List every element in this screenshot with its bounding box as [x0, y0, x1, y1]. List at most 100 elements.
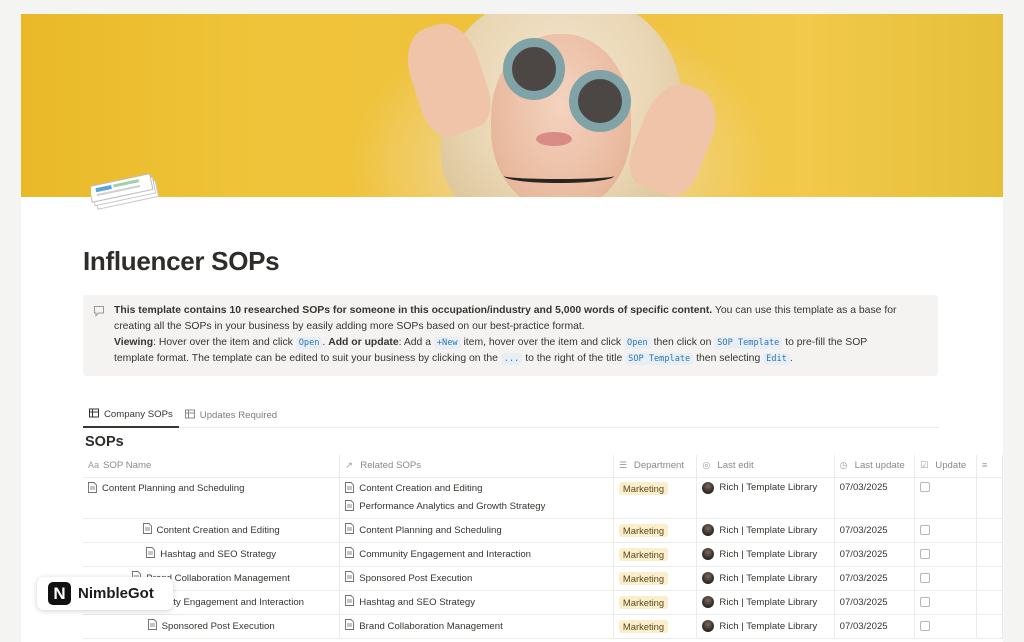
callout-text: item, hover over the item and click — [460, 337, 625, 348]
table-row[interactable]: Community Engagement and Interaction Hash… — [83, 590, 1003, 615]
cell-update[interactable] — [914, 518, 977, 543]
department-tag: Marketing — [618, 481, 669, 495]
cell-sop-name[interactable]: Content Planning and Scheduling — [83, 477, 341, 519]
cell-text[interactable] — [976, 542, 1003, 567]
column-label: Department — [633, 460, 685, 472]
cell-text[interactable] — [976, 566, 1003, 591]
callout-intro-rest: You can use this template as a base for — [712, 305, 897, 316]
table-row[interactable]: Content Planning and Scheduling Content C… — [83, 477, 1003, 519]
column-header-update[interactable]: ☑ Update — [914, 455, 977, 478]
cell-sop-name[interactable]: Sponsored Post Execution — [83, 614, 341, 639]
related-sop-link[interactable]: Content Planning and Scheduling — [345, 523, 502, 537]
callout-text: to the right of the title — [522, 353, 626, 364]
page-icon — [345, 547, 355, 561]
department-tag: Marketing — [618, 523, 669, 537]
callout-viewing-label: Viewing — [114, 337, 154, 348]
cover-image[interactable] — [21, 14, 1003, 197]
related-sop-link[interactable]: Hashtag and SEO Strategy — [345, 595, 475, 609]
table-row[interactable]: Hashtag and SEO Strategy Community Engage… — [83, 542, 1003, 567]
column-header-last-edit[interactable]: ◎ Last edit — [696, 455, 835, 478]
last-update-date: 07/03/2025 — [839, 572, 888, 584]
callout-add-label: Add or update — [328, 337, 399, 348]
list-icon: ☰ — [618, 460, 627, 471]
sop-name: Content Creation and Editing — [156, 524, 280, 536]
cell-text[interactable] — [976, 477, 1003, 519]
cell-last-update: 07/03/2025 — [834, 542, 916, 567]
update-checkbox[interactable] — [920, 549, 931, 559]
cell-related-sops[interactable]: Brand Collaboration Management — [339, 614, 614, 639]
cell-text[interactable] — [976, 518, 1003, 543]
text-icon: ≡ — [981, 460, 988, 471]
last-edit-name: Rich | Template Library — [719, 596, 818, 608]
table-row[interactable]: Content Creation and Editing Content Plan… — [83, 518, 1003, 543]
cell-last-edit: Rich | Template Library — [696, 518, 835, 543]
cell-related-sops[interactable]: Content Creation and Editing Performance … — [339, 477, 614, 519]
cell-related-sops[interactable]: Hashtag and SEO Strategy — [339, 590, 614, 615]
callout-line-2: creating all the SOPs in your business b… — [114, 321, 585, 332]
nimblegot-logo: N — [48, 582, 71, 605]
documents-stack-icon[interactable] — [88, 172, 171, 212]
cell-department[interactable]: Marketing — [613, 542, 698, 567]
update-checkbox[interactable] — [920, 597, 931, 607]
cell-department[interactable]: Marketing — [613, 518, 698, 543]
page-icon — [345, 619, 355, 633]
cell-last-update: 07/03/2025 — [834, 614, 916, 639]
related-sop-link[interactable]: Content Creation and Editing — [345, 481, 482, 496]
cell-department[interactable]: Marketing — [613, 566, 698, 591]
last-update-date: 07/03/2025 — [839, 596, 888, 608]
tab-company-sops[interactable]: Company SOPs — [83, 402, 179, 428]
view-tabs: Company SOPs Updates Required — [83, 402, 939, 428]
cell-department[interactable]: Marketing — [613, 614, 698, 639]
column-label: SOP Name — [103, 460, 152, 472]
cell-update[interactable] — [914, 477, 977, 519]
cell-last-update: 07/03/2025 — [834, 477, 916, 519]
page-title[interactable]: Influencer SOPs — [83, 246, 280, 277]
cell-text[interactable] — [976, 614, 1003, 639]
table-row[interactable]: Brand Collaboration Management Sponsored … — [83, 566, 1003, 591]
tab-updates-required[interactable]: Updates Required — [179, 402, 283, 428]
new-code: +New — [433, 337, 461, 349]
sop-template-code: SOP Template — [625, 353, 694, 365]
database-title[interactable]: SOPs — [85, 434, 124, 450]
cell-sop-name[interactable]: Content Creation and Editing — [83, 518, 341, 543]
column-label: Last edit — [717, 460, 754, 472]
related-sop-link[interactable]: Brand Collaboration Management — [345, 619, 503, 633]
table-icon — [184, 409, 195, 422]
cell-update[interactable] — [914, 542, 977, 567]
related-sop-label: Content Planning and Scheduling — [359, 524, 502, 536]
related-sop-link[interactable]: Performance Analytics and Growth Strateg… — [345, 499, 546, 514]
page-icon — [142, 523, 152, 537]
cell-department[interactable]: Marketing — [613, 590, 698, 615]
update-checkbox[interactable] — [920, 525, 931, 535]
table-row[interactable]: Sponsored Post Execution Brand Collaborat… — [83, 614, 1003, 639]
open-code: Open — [624, 337, 651, 349]
cell-related-sops[interactable]: Sponsored Post Execution — [339, 566, 614, 591]
column-header-text[interactable]: ≡ — [976, 455, 1003, 478]
page-icon — [345, 499, 355, 514]
update-checkbox[interactable] — [920, 481, 931, 492]
update-checkbox[interactable] — [920, 573, 931, 583]
cell-last-edit: Rich | Template Library — [696, 477, 835, 519]
cell-sop-name[interactable]: Hashtag and SEO Strategy — [83, 542, 341, 567]
column-label: Related SOPs — [360, 460, 422, 472]
column-header-department[interactable]: ☰ Department — [613, 455, 698, 478]
related-sop-label: Performance Analytics and Growth Strateg… — [359, 501, 546, 512]
related-sop-label: Hashtag and SEO Strategy — [359, 596, 476, 608]
cell-text[interactable] — [976, 590, 1003, 615]
callout-text: . — [789, 353, 793, 364]
column-header-sop-name[interactable]: Aa SOP Name — [83, 455, 341, 478]
related-sop-link[interactable]: Sponsored Post Execution — [345, 571, 472, 585]
cell-related-sops[interactable]: Community Engagement and Interaction — [339, 542, 614, 567]
related-sop-label: Brand Collaboration Management — [359, 620, 503, 632]
cover-choker-shape — [504, 169, 614, 183]
column-header-last-update[interactable]: ◷ Last update — [834, 455, 916, 478]
cell-update[interactable] — [914, 590, 977, 615]
cell-department[interactable]: Marketing — [613, 477, 698, 519]
cell-update[interactable] — [914, 566, 977, 591]
related-sop-link[interactable]: Community Engagement and Interaction — [345, 547, 531, 561]
page-icon — [147, 619, 157, 633]
cell-related-sops[interactable]: Content Planning and Scheduling — [339, 518, 614, 543]
update-checkbox[interactable] — [920, 621, 931, 631]
cell-update[interactable] — [914, 614, 977, 639]
column-header-related-sops[interactable]: ↗ Related SOPs — [339, 455, 614, 478]
